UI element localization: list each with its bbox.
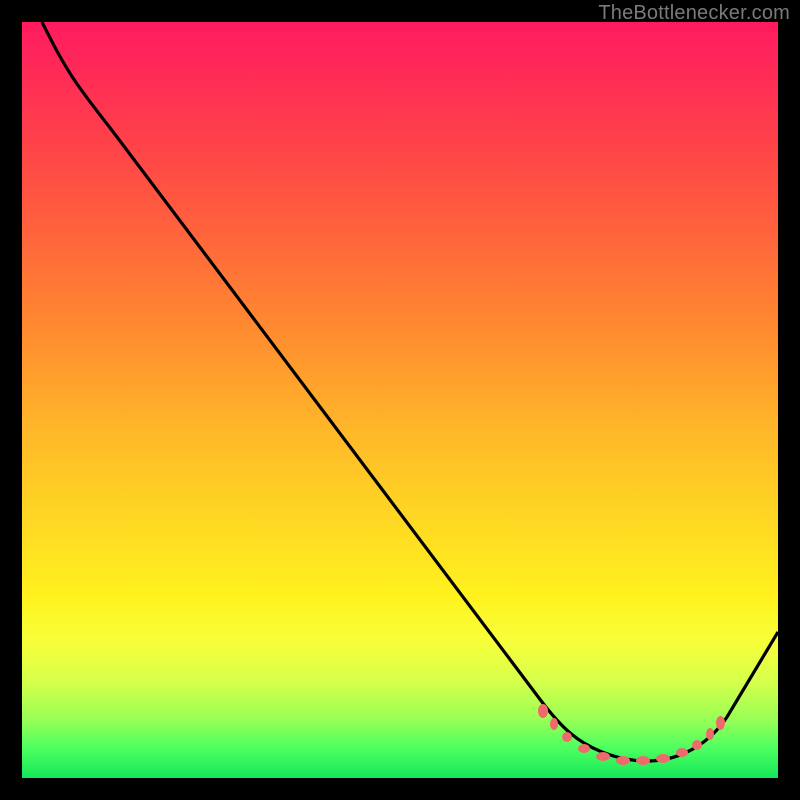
curve-path [42,22,778,761]
chart-stage: TheBottlenecker.com [0,0,800,800]
plot-area [22,22,778,778]
bottleneck-curve [22,22,778,778]
